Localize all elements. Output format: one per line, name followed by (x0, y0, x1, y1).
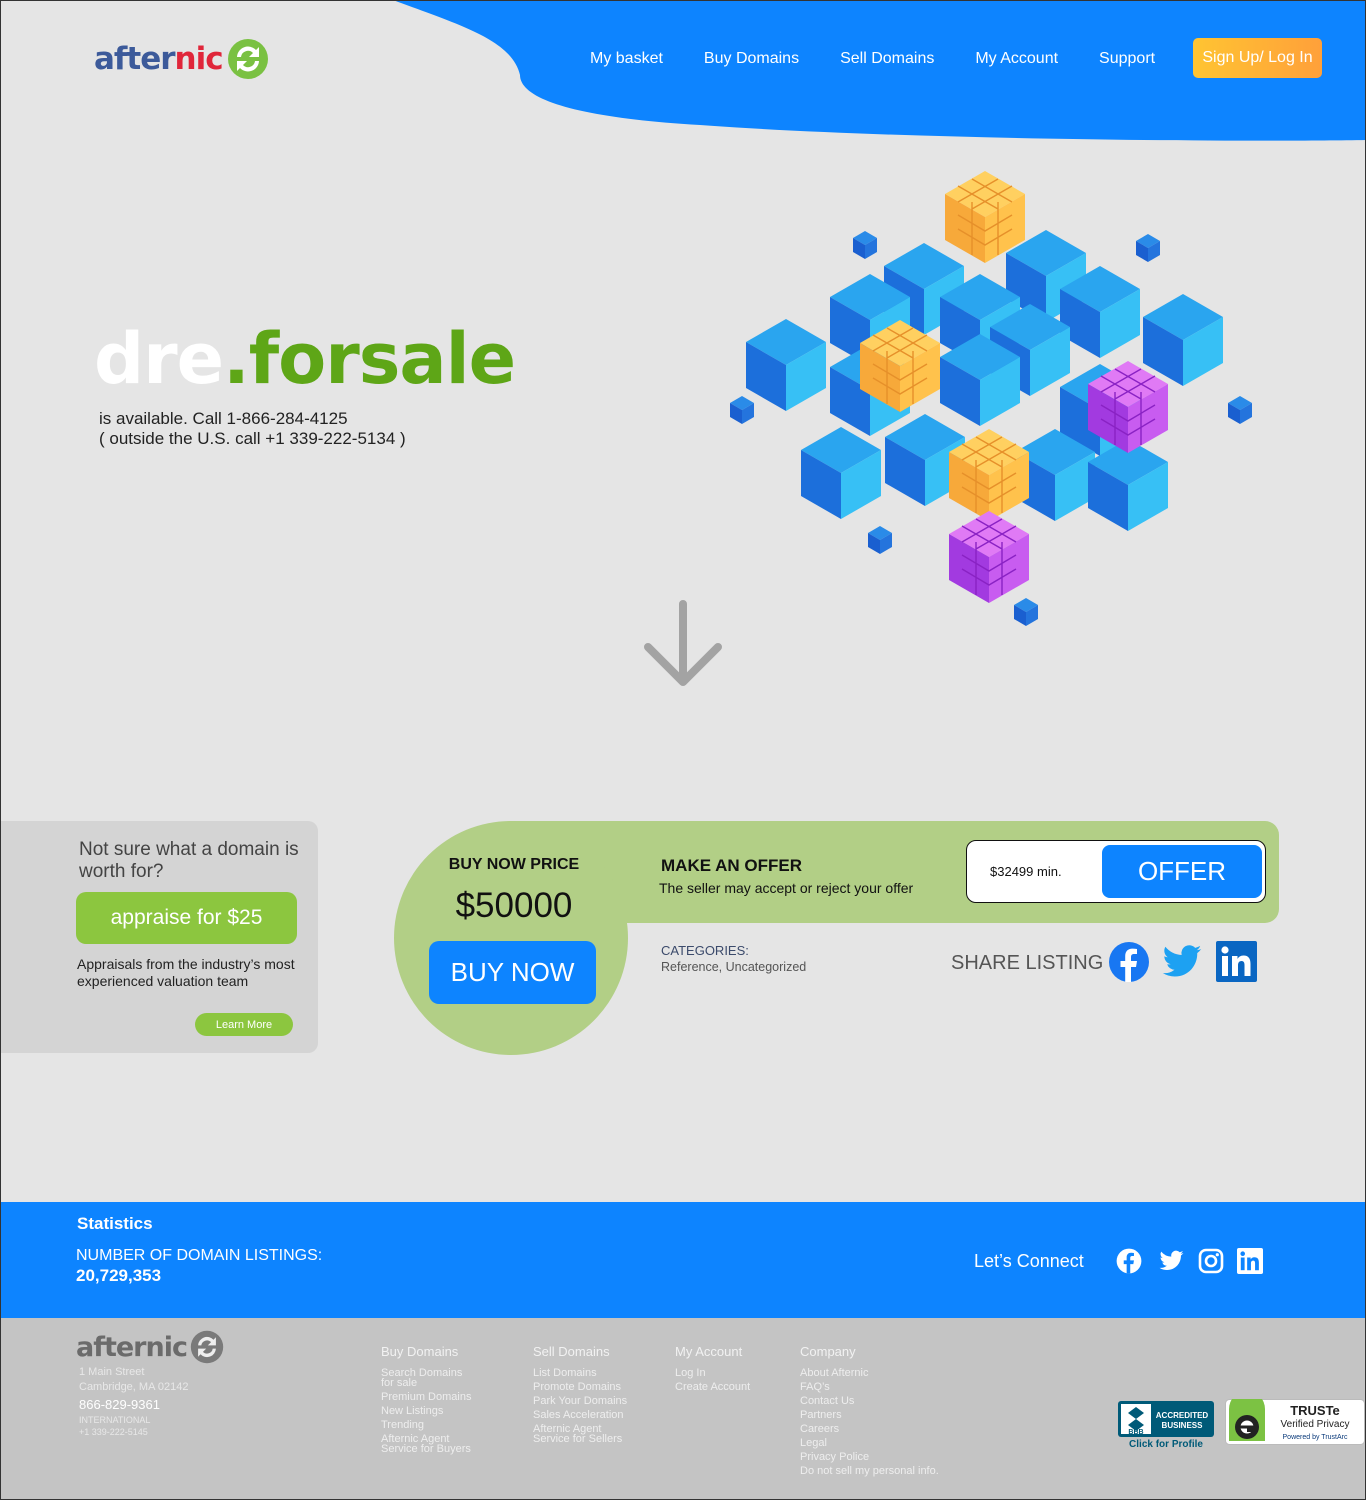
offer-button[interactable]: OFFER (1102, 845, 1262, 898)
make-offer-description: The seller may accept or reject your off… (659, 880, 914, 896)
availability-text: is available. Call 1-866-284-4125 ( outs… (99, 409, 406, 449)
cubes-illustration (730, 170, 1252, 626)
logo-after: after (94, 41, 176, 77)
footer-address-line1: 1 Main Street (79, 1366, 145, 1378)
domain-listings-count: 20,729,353 (76, 1266, 162, 1285)
footer-link[interactable]: Create Account (675, 1382, 770, 1393)
logo-nic: nic (174, 41, 224, 77)
footer-link[interactable]: Contact Us (800, 1396, 940, 1407)
footer-link[interactable]: About Afternic (800, 1368, 940, 1379)
twitter-icon[interactable] (1160, 941, 1204, 983)
signup-login-button[interactable]: Sign Up/ Log In (1193, 38, 1322, 78)
footer-address-line2: Cambridge, MA 02142 (79, 1381, 189, 1393)
footer-col-title[interactable]: My Account (675, 1344, 770, 1359)
nav-my-basket[interactable]: My basket (590, 48, 663, 70)
footer-intl-phone[interactable]: +1 339-222-5145 (79, 1426, 150, 1438)
bbb-caption: Click for Profile (1129, 1439, 1203, 1450)
domain-listings-label: NUMBER OF DOMAIN LISTINGS: (76, 1247, 323, 1264)
nav-my-account[interactable]: My Account (975, 48, 1058, 70)
twitter-icon[interactable] (1158, 1248, 1185, 1274)
learn-more-button[interactable]: Learn More (195, 1013, 293, 1036)
footer-link[interactable]: Sales Acceleration (533, 1410, 628, 1421)
footer-address: 1 Main Street Cambridge, MA 02142 (79, 1365, 188, 1395)
footer-link[interactable]: FAQ’s (800, 1382, 940, 1393)
nav-sell-domains[interactable]: Sell Domains (840, 48, 934, 70)
footer-link[interactable]: Do not sell my personal info. (800, 1466, 940, 1477)
lets-connect-label: Let’s Connect (974, 1251, 1084, 1271)
footer-link[interactable]: Promote Domains (533, 1382, 628, 1393)
bbb-accredited-badge[interactable]: BBB ACCREDITED BUSINESS Click for Profil… (1118, 1401, 1214, 1451)
footer-link[interactable]: Partners (800, 1410, 940, 1421)
main-nav: My basket Buy Domains Sell Domains My Ac… (590, 48, 1155, 70)
footer-link[interactable]: Premium Domains (381, 1392, 476, 1403)
bbb-mark-text: BBB (1128, 1429, 1143, 1436)
footer-link[interactable]: Park Your Domains (533, 1396, 628, 1407)
truste-powered: Powered by TrustArc (1283, 1434, 1348, 1441)
footer-link[interactable]: Legal (800, 1438, 940, 1449)
share-listing-label: SHARE LISTING (951, 952, 1104, 974)
footer-col-buy: Buy Domains Search Domains for sale Prem… (381, 1344, 476, 1458)
instagram-icon[interactable] (1198, 1248, 1224, 1274)
statistics-title: Statistics (77, 1214, 153, 1233)
afternic-logo[interactable]: afternic (94, 38, 269, 80)
footer-link[interactable]: Log In (675, 1368, 770, 1379)
footer-link[interactable]: Afternic Agent Service for Buyers (381, 1434, 476, 1455)
footer-link[interactable]: Afternic Agent Service for Sellers (533, 1424, 628, 1445)
linkedin-icon[interactable] (1216, 941, 1257, 982)
footer-col-title[interactable]: Company (800, 1344, 940, 1359)
appraise-description: Appraisals from the industry’s most expe… (77, 956, 295, 989)
footer-intl-label: INTERNATIONAL (79, 1415, 151, 1425)
bbb-line2: BUSINESS (1162, 1421, 1204, 1430)
categories-label: CATEGORIES: (661, 943, 749, 958)
domain-title: dre.forsale (94, 318, 516, 400)
offer-amount-input[interactable] (990, 862, 1090, 880)
footer-link[interactable]: New Listings (381, 1406, 476, 1417)
buy-now-price: $50000 (455, 886, 573, 925)
footer-link[interactable]: Trending (381, 1420, 476, 1431)
footer-link[interactable]: List Domains (533, 1368, 628, 1379)
truste-title: TRUSTe (1290, 1403, 1340, 1418)
scroll-down-arrow-icon[interactable] (640, 600, 726, 692)
footer-phone[interactable]: 866-829-9361 (79, 1397, 160, 1412)
buy-now-button[interactable]: BUY NOW (429, 941, 596, 1004)
appraise-question: Not sure what a domain is worth for? (79, 839, 299, 882)
truste-badge[interactable]: TRUSTe Verified Privacy Powered by Trust… (1225, 1399, 1365, 1445)
linkedin-icon[interactable] (1237, 1248, 1263, 1274)
footer-col-title[interactable]: Buy Domains (381, 1344, 476, 1359)
afternic-swap-icon (190, 1330, 224, 1364)
footer-col-account: My Account Log In Create Account (675, 1344, 770, 1396)
footer-link[interactable]: Privacy Police (800, 1452, 940, 1463)
domain-name: dre (94, 318, 224, 400)
nav-support[interactable]: Support (1099, 48, 1155, 70)
footer-link[interactable]: Search Domains for sale (381, 1368, 476, 1389)
buy-now-price-label: BUY NOW PRICE (448, 856, 580, 873)
facebook-icon[interactable] (1116, 1248, 1142, 1274)
truste-subtitle: Verified Privacy (1281, 1419, 1350, 1430)
make-offer-title: MAKE AN OFFER (661, 856, 803, 875)
footer-logo[interactable]: afternic (76, 1330, 224, 1364)
footer-col-title[interactable]: Sell Domains (533, 1344, 628, 1359)
logo-wordmark: afternic (94, 41, 224, 77)
footer-col-company: Company About Afternic FAQ’s Contact Us … (800, 1344, 940, 1480)
footer-international: INTERNATIONAL +1 339-222-5145 (79, 1414, 150, 1438)
availability-call: is available. Call 1-866-284-4125 (99, 409, 348, 428)
afternic-swap-icon (227, 39, 268, 79)
bbb-line1: ACCREDITED (1156, 1411, 1209, 1420)
facebook-icon[interactable] (1108, 941, 1150, 983)
footer-col-sell: Sell Domains List Domains Promote Domain… (533, 1344, 628, 1448)
footer-link[interactable]: Careers (800, 1424, 940, 1435)
availability-outside-us: ( outside the U.S. call +1 339-222-5134 … (99, 429, 406, 448)
domain-tld: .forsale (223, 318, 516, 400)
appraise-button[interactable]: appraise for $25 (76, 892, 297, 944)
categories-value: Reference, Uncategorized (661, 960, 807, 974)
footer-logo-wordmark: afternic (76, 1331, 188, 1363)
nav-buy-domains[interactable]: Buy Domains (704, 48, 799, 70)
